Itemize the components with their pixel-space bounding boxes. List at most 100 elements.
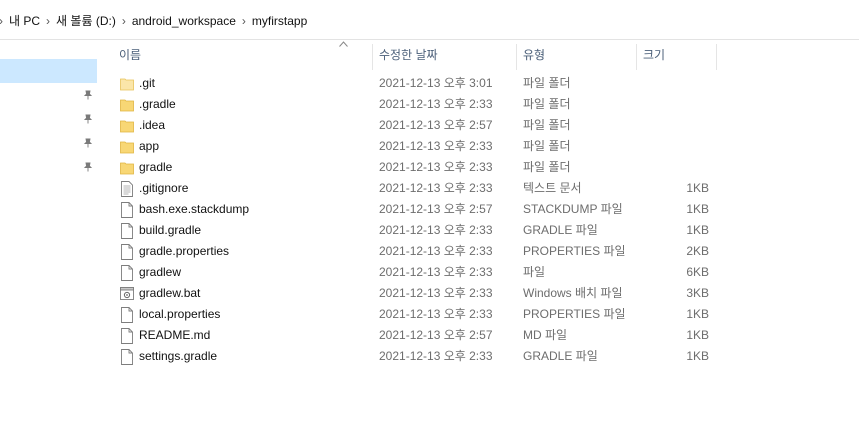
file-type: GRADLE 파일	[523, 349, 598, 363]
pin-icon[interactable]	[83, 90, 93, 100]
file-date: 2021-12-13 오후 2:57	[379, 328, 493, 342]
file-type: PROPERTIES 파일	[523, 307, 626, 321]
file-icon	[121, 244, 133, 260]
file-date: 2021-12-13 오후 2:57	[379, 118, 493, 132]
file-size: 1KB	[686, 349, 709, 363]
file-date: 2021-12-13 오후 2:33	[379, 181, 493, 195]
file-size: 1KB	[686, 307, 709, 321]
list-item[interactable]: gradle.properties 2021-12-13 오후 2:33 PRO…	[99, 241, 714, 262]
address-bar[interactable]: › 내 PC › 새 볼륨 (D:) › android_workspace ›…	[0, 0, 859, 40]
file-size: 1KB	[686, 202, 709, 216]
list-item[interactable]: bash.exe.stackdump 2021-12-13 오후 2:57 ST…	[99, 199, 714, 220]
file-name: .idea	[139, 118, 166, 132]
file-size: 3KB	[686, 286, 709, 300]
batch-file-icon	[120, 287, 134, 300]
file-name: settings.gradle	[139, 349, 218, 363]
file-type: 파일 폴더	[523, 97, 571, 111]
sort-ascending-icon	[339, 41, 348, 47]
breadcrumb-item-this-pc[interactable]: 내 PC	[9, 12, 40, 30]
folder-icon	[120, 78, 134, 91]
column-header-name[interactable]: 이름	[119, 40, 141, 70]
list-item[interactable]: gradlew 2021-12-13 오후 2:33 파일 6KB	[99, 262, 714, 283]
file-name: gradlew	[139, 265, 182, 279]
file-type: 파일 폴더	[523, 118, 571, 132]
file-name: gradlew.bat	[139, 286, 201, 300]
pin-icon[interactable]	[83, 138, 93, 148]
file-date: 2021-12-13 오후 2:33	[379, 139, 493, 153]
folder-icon	[120, 162, 134, 175]
file-name: README.md	[139, 328, 211, 342]
file-date: 2021-12-13 오후 2:33	[379, 286, 493, 300]
text-file-icon	[121, 181, 133, 197]
file-type: MD 파일	[523, 328, 568, 342]
file-name: gradle	[139, 160, 173, 174]
file-date: 2021-12-13 오후 2:33	[379, 244, 493, 258]
list-item[interactable]: .gitignore 2021-12-13 오후 2:33 텍스트 문서 1KB	[99, 178, 714, 199]
list-item[interactable]: .idea 2021-12-13 오후 2:57 파일 폴더	[99, 115, 714, 136]
file-type: GRADLE 파일	[523, 223, 598, 237]
column-header: 이름 수정한 날짜 유형 크기	[99, 40, 859, 70]
file-size: 6KB	[686, 265, 709, 279]
file-date: 2021-12-13 오후 2:57	[379, 202, 493, 216]
breadcrumb-item-myfirstapp[interactable]: myfirstapp	[252, 12, 307, 30]
file-name: .git	[139, 76, 156, 90]
file-name: build.gradle	[139, 223, 202, 237]
list-item[interactable]: gradle 2021-12-13 오후 2:33 파일 폴더	[99, 157, 714, 178]
file-type: STACKDUMP 파일	[523, 202, 623, 216]
file-type: 파일 폴더	[523, 160, 571, 174]
file-name: app	[139, 139, 160, 153]
file-icon	[121, 307, 133, 323]
column-header-type[interactable]: 유형	[523, 40, 545, 70]
list-item[interactable]: settings.gradle 2021-12-13 오후 2:33 GRADL…	[99, 346, 714, 367]
file-date: 2021-12-13 오후 2:33	[379, 160, 493, 174]
breadcrumb-separator-icon[interactable]: ›	[0, 12, 3, 30]
file-date: 2021-12-13 오후 3:01	[379, 76, 493, 90]
file-name: bash.exe.stackdump	[139, 202, 250, 216]
folder-icon	[120, 141, 134, 154]
folder-icon	[120, 99, 134, 112]
column-divider[interactable]	[716, 44, 717, 70]
list-item[interactable]: gradlew.bat 2021-12-13 오후 2:33 Windows 배…	[99, 283, 714, 304]
file-date: 2021-12-13 오후 2:33	[379, 307, 493, 321]
file-icon	[121, 328, 133, 344]
file-name: local.properties	[139, 307, 221, 321]
file-icon	[121, 202, 133, 218]
file-date: 2021-12-13 오후 2:33	[379, 349, 493, 363]
column-divider[interactable]	[636, 44, 637, 70]
breadcrumb-separator-icon[interactable]: ›	[122, 12, 126, 30]
navigation-pane	[0, 40, 99, 443]
column-header-date[interactable]: 수정한 날짜	[379, 40, 438, 70]
nav-selected-item[interactable]	[0, 59, 97, 83]
file-icon	[121, 349, 133, 365]
folder-icon	[120, 120, 134, 133]
file-type: 파일 폴더	[523, 139, 571, 153]
list-item[interactable]: app 2021-12-13 오후 2:33 파일 폴더	[99, 136, 714, 157]
breadcrumb-item-volume-d[interactable]: 새 볼륨 (D:)	[56, 12, 116, 30]
list-item[interactable]: README.md 2021-12-13 오후 2:57 MD 파일 1KB	[99, 325, 714, 346]
file-name: gradle.properties	[139, 244, 230, 258]
list-item[interactable]: build.gradle 2021-12-13 오후 2:33 GRADLE 파…	[99, 220, 714, 241]
file-date: 2021-12-13 오후 2:33	[379, 97, 493, 111]
file-type: 파일	[523, 265, 546, 279]
column-divider[interactable]	[372, 44, 373, 70]
file-type: 파일 폴더	[523, 76, 571, 90]
breadcrumb: › 내 PC › 새 볼륨 (D:) › android_workspace ›…	[0, 12, 307, 30]
file-size: 2KB	[686, 244, 709, 258]
file-size: 1KB	[686, 223, 709, 237]
breadcrumb-separator-icon[interactable]: ›	[242, 12, 246, 30]
pin-icon[interactable]	[83, 162, 93, 172]
list-item[interactable]: .gradle 2021-12-13 오후 2:33 파일 폴더	[99, 94, 714, 115]
list-item[interactable]: local.properties 2021-12-13 오후 2:33 PROP…	[99, 304, 714, 325]
pin-icon[interactable]	[83, 114, 93, 124]
file-size: 1KB	[686, 328, 709, 342]
list-item[interactable]: .git 2021-12-13 오후 3:01 파일 폴더	[99, 73, 714, 94]
file-date: 2021-12-13 오후 2:33	[379, 223, 493, 237]
file-type: PROPERTIES 파일	[523, 244, 626, 258]
column-header-size[interactable]: 크기	[643, 40, 665, 70]
file-icon	[121, 265, 133, 281]
breadcrumb-separator-icon[interactable]: ›	[46, 12, 50, 30]
breadcrumb-item-android-workspace[interactable]: android_workspace	[132, 12, 236, 30]
column-divider[interactable]	[516, 44, 517, 70]
file-name: .gitignore	[139, 181, 189, 195]
file-size: 1KB	[686, 181, 709, 195]
